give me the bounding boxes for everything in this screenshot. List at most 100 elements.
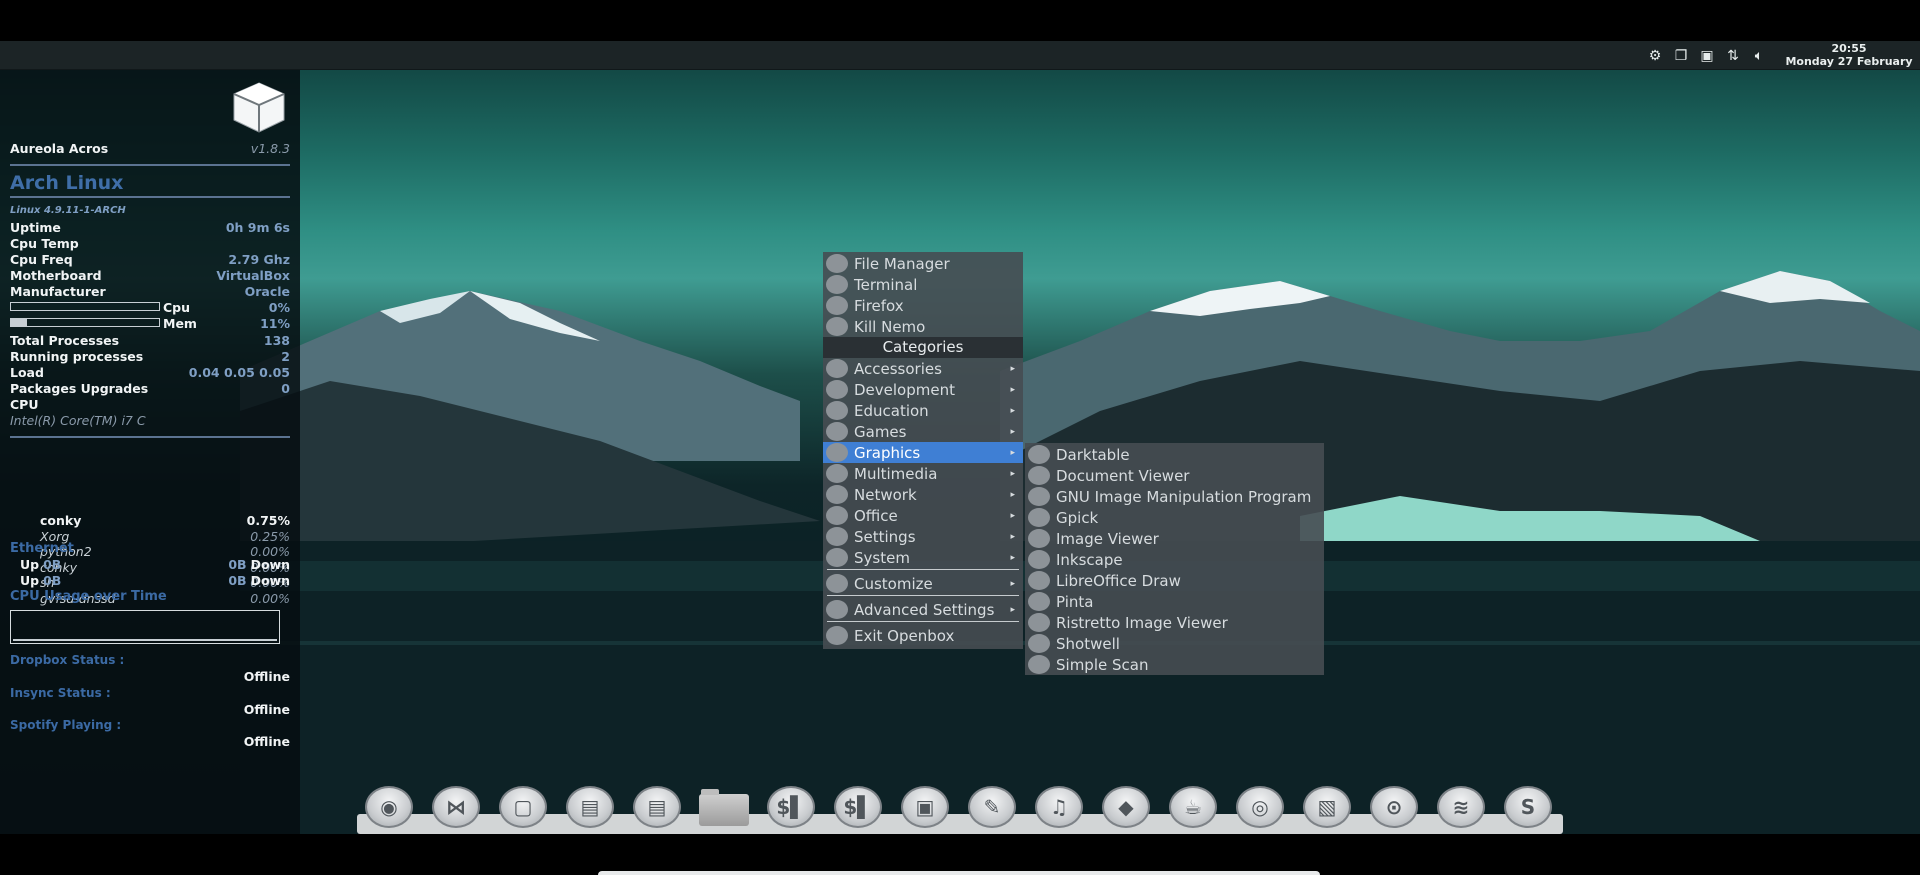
packages-value: 0 xyxy=(281,381,290,396)
box-icon[interactable]: ▤ xyxy=(632,786,682,828)
submenu-item[interactable]: Image Viewer xyxy=(1025,528,1324,549)
ethernet-row-2: Up 0B 0B Down xyxy=(20,573,290,588)
image-viewer-icon[interactable]: ▣ xyxy=(900,786,950,828)
process-value: 0.00% xyxy=(250,590,290,606)
window-icon[interactable]: ▢ xyxy=(498,786,548,828)
app-icon xyxy=(1028,613,1050,632)
submenu-item[interactable]: Simple Scan xyxy=(1025,654,1324,675)
terminal-icon[interactable]: $▌ xyxy=(833,786,883,828)
bottom-window-edge xyxy=(598,871,1320,875)
submenu-item[interactable]: GNU Image Manipulation Program xyxy=(1025,486,1324,507)
folder-icon[interactable] xyxy=(699,786,749,828)
menu-item[interactable]: Firefox xyxy=(823,295,1023,316)
screenshot-icon[interactable]: ▧ xyxy=(1302,786,1352,828)
running-processes-value: 2 xyxy=(281,349,290,364)
category-icon xyxy=(826,359,848,378)
gear-icon[interactable]: ⚙ xyxy=(1642,45,1668,67)
manufacturer-row: Manufacturer Oracle xyxy=(10,284,290,299)
clipboard-icon[interactable]: ❐ xyxy=(1668,45,1694,67)
submenu-arrow-icon: ▸ xyxy=(1010,510,1015,521)
pencil-icon[interactable]: ✎ xyxy=(967,786,1017,828)
spotify-status-value: Offline xyxy=(243,734,290,749)
menu-item[interactable]: Office ▸ xyxy=(823,505,1023,526)
menu-item[interactable]: Development ▸ xyxy=(823,379,1023,400)
sublime-icon[interactable]: S xyxy=(1503,786,1553,828)
submenu-item[interactable]: LibreOffice Draw xyxy=(1025,570,1324,591)
submenu-item[interactable]: Shotwell xyxy=(1025,633,1324,654)
cube-logo-icon xyxy=(233,82,285,133)
menu-item[interactable]: Advanced Settings ▸ xyxy=(823,599,1023,620)
gimp-icon[interactable]: ☕ xyxy=(1168,786,1218,828)
submenu-arrow-icon: ▸ xyxy=(1010,468,1015,479)
clock-date: Monday 27 February xyxy=(1785,55,1913,68)
submenu-item[interactable]: Document Viewer xyxy=(1025,465,1324,486)
inkscape-icon[interactable]: ◆ xyxy=(1101,786,1151,828)
submenu-arrow-icon: ▸ xyxy=(1010,405,1015,416)
uptime-label: Uptime xyxy=(10,220,61,235)
box-icon[interactable]: ▤ xyxy=(565,786,615,828)
running-processes-label: Running processes xyxy=(10,349,144,364)
menu-item[interactable]: Multimedia ▸ xyxy=(823,463,1023,484)
menu-item[interactable]: Exit Openbox xyxy=(823,625,1023,646)
menu-item-label: Accessories xyxy=(854,359,942,378)
submenu-item-label: LibreOffice Draw xyxy=(1056,571,1181,590)
menu-item[interactable]: Games ▸ xyxy=(823,421,1023,442)
menu-item-label: Graphics xyxy=(854,443,921,462)
category-icon xyxy=(826,443,848,462)
menu-header: Categories xyxy=(823,337,1023,358)
submenu-item-label: Shotwell xyxy=(1056,634,1120,653)
menu-item-label: File Manager xyxy=(854,254,950,273)
menu-item[interactable]: System ▸ xyxy=(823,547,1023,568)
category-icon xyxy=(826,422,848,441)
menu-item[interactable]: Accessories ▸ xyxy=(823,358,1023,379)
kernel-version: Linux 4.9.11-1-ARCH xyxy=(10,205,126,216)
motherboard-label: Motherboard xyxy=(10,268,102,283)
volume-icon[interactable]: 🔈︎ xyxy=(1746,45,1772,67)
bow-icon[interactable]: ⋈ xyxy=(431,786,481,828)
app-icon xyxy=(826,317,848,336)
network-arrows-icon[interactable]: ⇅ xyxy=(1720,45,1746,67)
menu-separator xyxy=(827,595,1019,596)
spotify-icon[interactable]: ≋ xyxy=(1436,786,1486,828)
menu-item-label: Games xyxy=(854,422,907,441)
menu-item[interactable]: Terminal xyxy=(823,274,1023,295)
cpu-usage-graph xyxy=(10,610,280,644)
ethernet-row-1: Up 0B 0B Down xyxy=(20,557,290,572)
camera-icon[interactable]: ⊙ xyxy=(1369,786,1419,828)
menu-item-label: Customize xyxy=(854,574,933,593)
firefox-icon[interactable]: ◉ xyxy=(364,786,414,828)
menu-separator xyxy=(827,569,1019,570)
submenu-item[interactable]: Ristretto Image Viewer xyxy=(1025,612,1324,633)
menu-item-label: Education xyxy=(854,401,929,420)
insync-status-value: Offline xyxy=(243,702,290,717)
app-icon xyxy=(1028,487,1050,506)
category-icon xyxy=(826,464,848,483)
image-icon[interactable]: ▣ xyxy=(1694,45,1720,67)
menu-item[interactable]: Settings ▸ xyxy=(823,526,1023,547)
menu-item[interactable]: Customize ▸ xyxy=(823,573,1023,594)
submenu-item[interactable]: Darktable xyxy=(1025,444,1324,465)
music-icon[interactable]: ♫ xyxy=(1034,786,1084,828)
clock[interactable]: 20:55 Monday 27 February xyxy=(1782,42,1916,68)
category-icon xyxy=(826,380,848,399)
menu-item[interactable]: Network ▸ xyxy=(823,484,1023,505)
insync-status-label: Insync Status : xyxy=(10,686,111,700)
spotify-status-row: Offline xyxy=(10,734,290,749)
terminal-icon[interactable]: $▌ xyxy=(766,786,816,828)
menu-item[interactable]: Education ▸ xyxy=(823,400,1023,421)
submenu-item[interactable]: Pinta xyxy=(1025,591,1324,612)
submenu-item[interactable]: Inkscape xyxy=(1025,549,1324,570)
app-icon xyxy=(1028,466,1050,485)
category-icon xyxy=(826,527,848,546)
shotwell-icon[interactable]: ◎ xyxy=(1235,786,1285,828)
submenu-item-label: Ristretto Image Viewer xyxy=(1056,613,1228,632)
process-row: conky 0.75% xyxy=(40,513,290,528)
submenu-item-label: Image Viewer xyxy=(1056,529,1159,548)
cpu-freq-value: 2.79 Ghz xyxy=(228,252,290,267)
menu-item[interactable]: Kill Nemo xyxy=(823,316,1023,337)
clock-time: 20:55 xyxy=(1831,42,1867,55)
menu-item[interactable]: Graphics ▸ xyxy=(823,442,1023,463)
submenu-item[interactable]: Gpick xyxy=(1025,507,1324,528)
menu-item[interactable]: File Manager xyxy=(823,253,1023,274)
menu-item-label: Advanced Settings xyxy=(854,600,995,619)
